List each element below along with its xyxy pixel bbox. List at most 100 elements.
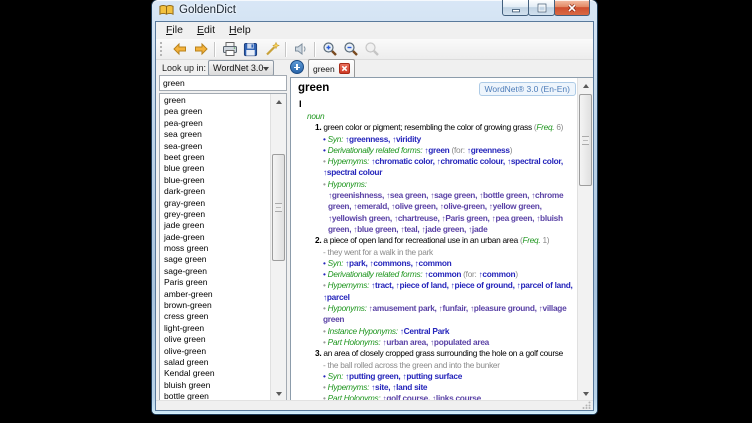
close-button[interactable] [554, 0, 590, 16]
wordlist-item[interactable]: olive green [160, 334, 271, 345]
sound-button[interactable] [290, 40, 311, 58]
wordlist-item[interactable]: blue-green [160, 175, 271, 186]
article-link[interactable]: ↑common [479, 269, 516, 279]
article-link[interactable]: ↑jade [468, 224, 487, 234]
article-link[interactable]: ↑Central Park [400, 326, 449, 336]
menu-file[interactable]: File [159, 22, 190, 39]
resize-grip-icon[interactable] [582, 401, 591, 409]
forward-button[interactable] [190, 40, 211, 58]
article-link[interactable]: ↑tract, [371, 280, 396, 290]
article-link[interactable]: ↑yellow green, [489, 201, 542, 211]
wordlist-item[interactable]: blue green [160, 163, 271, 174]
pronounce-wand-button[interactable] [261, 40, 282, 58]
article-link[interactable]: ↑commons, [370, 258, 415, 268]
minimize-button[interactable] [502, 0, 529, 16]
wordlist-item[interactable]: cress green [160, 311, 271, 322]
dictionary-badge[interactable]: WordNet® 3.0 (En-En) [479, 82, 576, 96]
scroll-down-icon[interactable] [579, 387, 592, 401]
wordlist-item[interactable]: pea green [160, 106, 271, 117]
wordlist-item[interactable]: sage green [160, 254, 271, 265]
tab-close-button[interactable] [339, 63, 350, 74]
wordlist-item[interactable]: beet green [160, 152, 271, 163]
zoom-out-button[interactable] [340, 40, 361, 58]
article-link[interactable]: ↑olive-green, [440, 201, 489, 211]
menu-help[interactable]: Help [222, 22, 258, 39]
wordlist-scrollbar[interactable] [270, 94, 286, 402]
wordlist-item[interactable]: bluish green [160, 380, 271, 391]
wordlist-item[interactable]: amber-green [160, 289, 271, 300]
article-link[interactable]: ↑spectral color, [507, 156, 563, 166]
article-link[interactable]: ↑common [415, 258, 452, 268]
article-link[interactable]: ↑greenness [467, 145, 510, 155]
dictionary-group-select[interactable]: WordNet 3.0 [208, 60, 274, 76]
wordlist-scroll-thumb[interactable] [272, 154, 285, 261]
wordlist-item[interactable]: dark-green [160, 186, 271, 197]
article-link[interactable]: ↑greenishness, [328, 190, 386, 200]
article-link[interactable]: ↑amusement park, [369, 303, 439, 313]
article-link[interactable]: ↑parcel [323, 292, 350, 302]
article-link[interactable]: ↑viridity [392, 134, 421, 144]
article-link[interactable]: ↑urban area, [382, 337, 430, 347]
wordlist-item[interactable]: jade-green [160, 232, 271, 243]
wordlist-item[interactable]: green [160, 95, 271, 106]
menu-edit[interactable]: Edit [190, 22, 222, 39]
maximize-button[interactable] [528, 0, 555, 16]
article-link[interactable]: ↑olive green, [391, 201, 440, 211]
article-link[interactable]: ↑chromatic colour, [437, 156, 507, 166]
wordlist-item[interactable]: brown-green [160, 300, 271, 311]
save-button[interactable] [240, 40, 261, 58]
article-link[interactable]: ↑green [424, 145, 449, 155]
article-link[interactable]: ↑park, [345, 258, 369, 268]
article-link[interactable]: ↑common [424, 269, 461, 279]
article-link[interactable]: ↑Paris green, [442, 213, 492, 223]
wordlist-item[interactable]: grey-green [160, 209, 271, 220]
article-link[interactable]: ↑sea green, [386, 190, 430, 200]
search-input[interactable] [159, 75, 287, 91]
article-link[interactable]: ↑greenness, [345, 134, 392, 144]
article-link[interactable]: ↑spectral colour [323, 167, 382, 177]
article-link[interactable]: ↑populated area [430, 337, 489, 347]
article-link[interactable]: ↑sage green, [430, 190, 479, 200]
wordlist-item[interactable]: light-green [160, 323, 271, 334]
article-link[interactable]: ↑funfair, [439, 303, 470, 313]
article-link[interactable]: ↑putting surface [402, 371, 462, 381]
wordlist-item[interactable]: sea-green [160, 141, 271, 152]
article-link[interactable]: ↑emerald, [353, 201, 391, 211]
article-link[interactable]: ↑chartreuse, [394, 213, 442, 223]
article-link[interactable]: ↑piece of land, [396, 280, 451, 290]
article-link[interactable]: ↑blue green, [353, 224, 400, 234]
tab-green[interactable]: green [308, 59, 355, 77]
wordlist-item[interactable]: sage-green [160, 266, 271, 277]
zoom-reset-button[interactable] [361, 40, 382, 58]
article-link[interactable]: ↑piece of ground, [451, 280, 517, 290]
add-tab-button[interactable] [290, 60, 304, 74]
article-link[interactable]: ↑bottle green, [479, 190, 531, 200]
article-link[interactable]: ↑teal, [400, 224, 421, 234]
article-link[interactable]: ↑parcel of land, [517, 280, 573, 290]
article-link[interactable]: ↑putting green, [345, 371, 402, 381]
wordlist-item[interactable]: pea-green [160, 118, 271, 129]
article-link[interactable]: ↑land site [392, 382, 427, 392]
wordlist-item[interactable]: gray-green [160, 198, 271, 209]
wordlist-item[interactable]: Kendal green [160, 368, 271, 379]
article-link[interactable]: ↑jade green, [421, 224, 468, 234]
print-button[interactable] [219, 40, 240, 58]
article-link[interactable]: ↑chromatic color, [371, 156, 437, 166]
article-scroll-thumb[interactable] [579, 94, 592, 186]
scroll-down-icon[interactable] [272, 387, 285, 401]
zoom-in-button[interactable] [319, 40, 340, 58]
wordlist-item[interactable]: moss green [160, 243, 271, 254]
wordlist-item[interactable]: olive-green [160, 346, 271, 357]
article-scrollbar[interactable] [577, 78, 593, 402]
toolbar-grip[interactable] [160, 42, 165, 56]
scroll-up-icon[interactable] [579, 79, 592, 93]
back-button[interactable] [169, 40, 190, 58]
wordlist-item[interactable]: sea green [160, 129, 271, 140]
titlebar[interactable]: GoldenDict [152, 0, 597, 21]
article-link[interactable]: ↑yellowish green, [328, 213, 394, 223]
scroll-up-icon[interactable] [272, 95, 285, 109]
wordlist-item[interactable]: jade green [160, 220, 271, 231]
wordlist-item[interactable]: salad green [160, 357, 271, 368]
article-link[interactable]: ↑site, [371, 382, 392, 392]
wordlist-item[interactable]: Paris green [160, 277, 271, 288]
